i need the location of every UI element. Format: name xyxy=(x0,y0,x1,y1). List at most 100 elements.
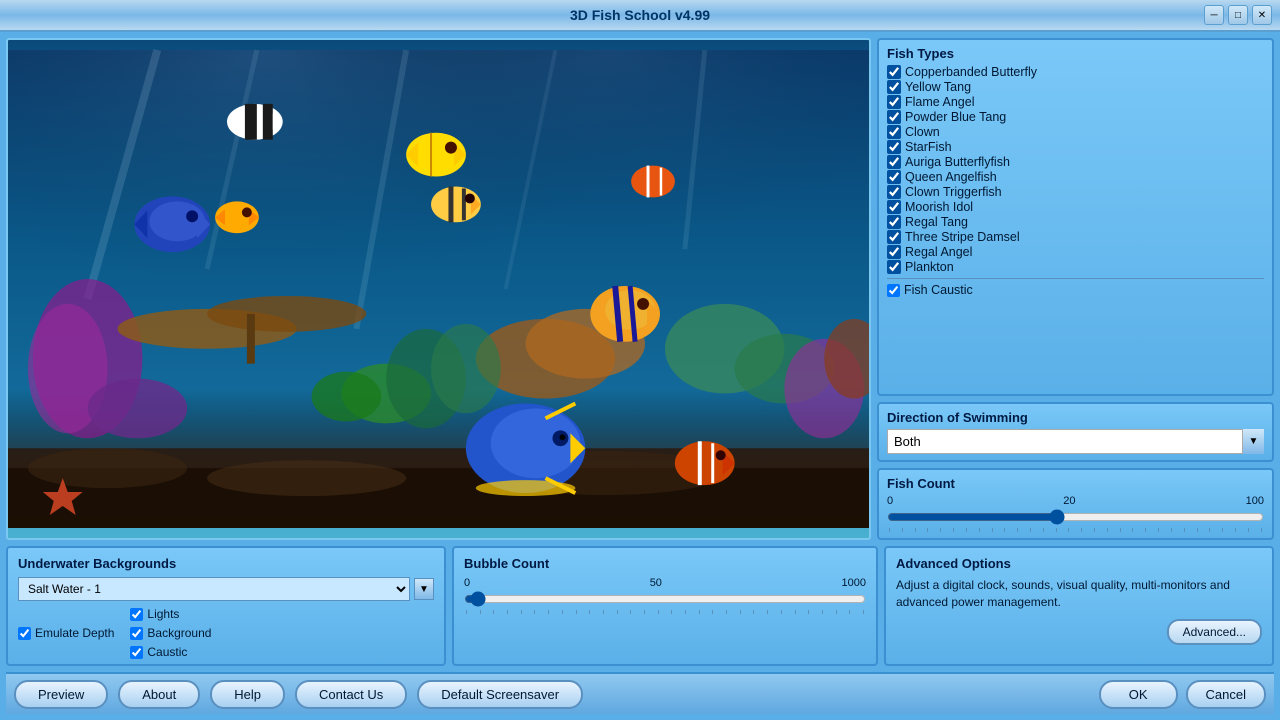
about-button[interactable]: About xyxy=(118,680,200,709)
caustic-row: Caustic xyxy=(130,645,211,659)
fish-caustic-checkbox[interactable] xyxy=(887,284,900,297)
main-container: Fish Types Copperbanded ButterflyYellow … xyxy=(0,32,1280,720)
fish-tick xyxy=(915,528,916,532)
bubble-tick xyxy=(726,610,727,614)
bubble-tick xyxy=(521,610,522,614)
lights-checkbox[interactable] xyxy=(130,608,143,621)
direction-select-wrapper: Both Left Right ▼ xyxy=(887,429,1264,454)
fish-tick xyxy=(1235,528,1236,532)
caustic-checkbox[interactable] xyxy=(130,646,143,659)
fish-label-clown_trigger: Clown Triggerfish xyxy=(905,185,1002,199)
footer: Preview About Help Contact Us Default Sc… xyxy=(6,672,1274,714)
bubble-tick xyxy=(712,610,713,614)
advanced-options-panel: Advanced Options Adjust a digital clock,… xyxy=(884,546,1274,666)
fish-tick xyxy=(1209,528,1210,532)
fish-label-moorish_idol: Moorish Idol xyxy=(905,200,973,214)
advanced-title: Advanced Options xyxy=(896,556,1262,571)
bubble-mid: 50 xyxy=(650,577,662,589)
bubble-tick xyxy=(863,610,864,614)
direction-title: Direction of Swimming xyxy=(887,410,1264,425)
footer-right-buttons: OK Cancel xyxy=(1099,680,1266,709)
fish-tick xyxy=(992,528,993,532)
fish-count-slider[interactable] xyxy=(887,509,1264,525)
bubble-tick xyxy=(507,610,508,614)
bubble-tick xyxy=(603,610,604,614)
right-panel: Fish Types Copperbanded ButterflyYellow … xyxy=(877,38,1274,540)
bubble-tick xyxy=(685,610,686,614)
lights-row: Lights xyxy=(130,607,211,621)
close-button[interactable]: ✕ xyxy=(1252,5,1272,25)
contact-us-button[interactable]: Contact Us xyxy=(295,680,407,709)
bubble-tick xyxy=(548,610,549,614)
fish-tick xyxy=(1004,528,1005,532)
fish-tick xyxy=(1158,528,1159,532)
minimize-button[interactable]: ─ xyxy=(1204,5,1224,25)
fish-list: Copperbanded ButterflyYellow TangFlame A… xyxy=(887,65,1264,274)
top-row: Fish Types Copperbanded ButterflyYellow … xyxy=(6,38,1274,540)
bubble-tick xyxy=(534,610,535,614)
fish-checkbox-moorish_idol[interactable] xyxy=(887,200,901,214)
app-title: 3D Fish School v4.99 xyxy=(570,7,710,23)
fish-label-three_stripe: Three Stripe Damsel xyxy=(905,230,1020,244)
bubble-tick xyxy=(767,610,768,614)
advanced-button[interactable]: Advanced... xyxy=(1167,619,1262,645)
bubble-tick xyxy=(589,610,590,614)
bubble-scale: 0 50 1000 xyxy=(464,577,866,589)
lights-label: Lights xyxy=(147,607,179,621)
caustic-label: Caustic xyxy=(147,645,187,659)
help-button[interactable]: Help xyxy=(210,680,285,709)
slider-ticks xyxy=(887,528,1264,532)
fish-tick xyxy=(1081,528,1082,532)
fish-checkbox-starfish[interactable] xyxy=(887,140,901,154)
ok-button[interactable]: OK xyxy=(1099,680,1178,709)
fish-count-max: 100 xyxy=(1246,495,1264,507)
maximize-button[interactable]: □ xyxy=(1228,5,1248,25)
fish-tick xyxy=(927,528,928,532)
fish-checkbox-copperbanded[interactable] xyxy=(887,65,901,79)
fish-checkbox-flame_angel[interactable] xyxy=(887,95,901,109)
fish-checkbox-regal_tang[interactable] xyxy=(887,215,901,229)
fish-checkbox-regal_angel[interactable] xyxy=(887,245,901,259)
fish-checkbox-powder_blue[interactable] xyxy=(887,110,901,124)
bubble-count-panel: Bubble Count 0 50 1000 xyxy=(452,546,878,666)
fish-tick xyxy=(1171,528,1172,532)
fish-tick xyxy=(1222,528,1223,532)
fish-label-flame_angel: Flame Angel xyxy=(905,95,974,109)
bubble-tick xyxy=(740,610,741,614)
emulate-depth-checkbox[interactable] xyxy=(18,627,31,640)
bubble-count-slider[interactable] xyxy=(464,591,866,607)
fish-tick xyxy=(1107,528,1108,532)
bubble-tick xyxy=(671,610,672,614)
fish-caustic-label: Fish Caustic xyxy=(904,283,973,297)
emulate-depth-row: Emulate Depth xyxy=(18,607,114,659)
fish-item-plankton: Plankton xyxy=(887,260,1264,274)
fish-checkbox-plankton[interactable] xyxy=(887,260,901,274)
fish-label-queen_angel: Queen Angelfish xyxy=(905,170,997,184)
fish-checkbox-auriga[interactable] xyxy=(887,155,901,169)
bubble-tick xyxy=(466,610,467,614)
fish-label-plankton: Plankton xyxy=(905,260,954,274)
bubble-tick xyxy=(658,610,659,614)
bg-dropdown-button[interactable]: ▼ xyxy=(414,578,434,600)
fish-checkbox-clown[interactable] xyxy=(887,125,901,139)
fish-checkbox-clown_trigger[interactable] xyxy=(887,185,901,199)
emulate-depth-label: Emulate Depth xyxy=(35,626,114,640)
direction-select[interactable]: Both Left Right xyxy=(887,429,1264,454)
direction-panel: Direction of Swimming Both Left Right ▼ xyxy=(877,402,1274,462)
fish-tick xyxy=(1030,528,1031,532)
fish-count-slider-container xyxy=(887,509,1264,528)
cancel-button[interactable]: Cancel xyxy=(1186,680,1266,709)
bubble-tick xyxy=(617,610,618,614)
fish-checkbox-three_stripe[interactable] xyxy=(887,230,901,244)
fish-checkbox-yellow_tang[interactable] xyxy=(887,80,901,94)
title-bar: 3D Fish School v4.99 ─ □ ✕ xyxy=(0,0,1280,32)
preview-button[interactable]: Preview xyxy=(14,680,108,709)
fish-label-starfish: StarFish xyxy=(905,140,952,154)
fish-checkbox-queen_angel[interactable] xyxy=(887,170,901,184)
bg-select[interactable]: Salt Water - 1 Salt Water - 2 Fresh Wate… xyxy=(18,577,410,601)
background-checkbox[interactable] xyxy=(130,627,143,640)
fish-label-copperbanded: Copperbanded Butterfly xyxy=(905,65,1037,79)
bubble-tick xyxy=(644,610,645,614)
bottom-row: Underwater Backgrounds Salt Water - 1 Sa… xyxy=(6,546,1274,666)
default-screensaver-button[interactable]: Default Screensaver xyxy=(417,680,583,709)
